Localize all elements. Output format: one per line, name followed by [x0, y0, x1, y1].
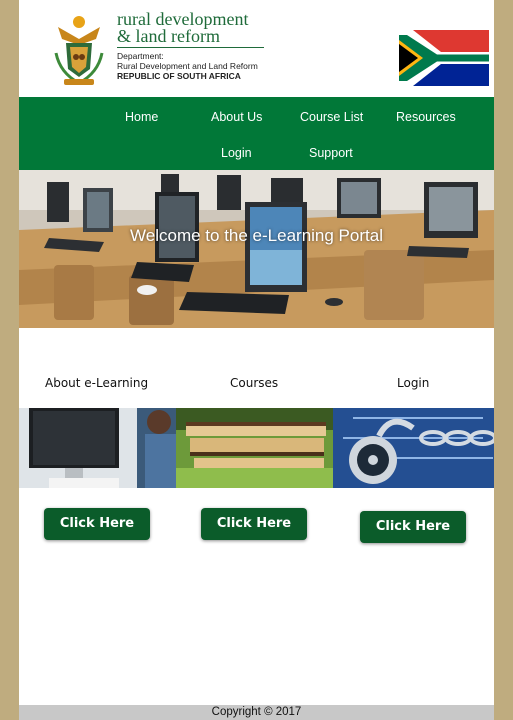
hero-title: Welcome to the e-Learning Portal	[130, 226, 383, 245]
nav-resources[interactable]: Resources	[396, 110, 456, 124]
coat-of-arms-logo	[54, 16, 104, 85]
footer-copyright: Copyright © 2017	[19, 705, 494, 720]
computer-lab-image	[19, 170, 494, 328]
country-name: REPUBLIC OF SOUTH AFRICA	[117, 71, 241, 81]
section-label-login: Login	[397, 376, 430, 390]
brand-divider	[117, 47, 264, 48]
login-button[interactable]: Click Here	[360, 511, 466, 543]
nav-home[interactable]: Home	[125, 110, 158, 124]
page: rural development & land reform Departme…	[19, 0, 494, 720]
nav-course-list[interactable]: Course List	[300, 110, 363, 124]
about-elearning-button[interactable]: Click Here	[44, 508, 150, 540]
hero-banner: Welcome to the e-Learning Portal	[19, 170, 494, 328]
login-lock-image	[333, 408, 494, 488]
nav-support[interactable]: Support	[309, 146, 353, 160]
brand-title: rural development & land reform	[117, 9, 249, 46]
courses-books-image	[176, 408, 333, 488]
section-label-about: About e-Learning	[45, 376, 149, 390]
nav-login[interactable]: Login	[221, 146, 252, 160]
south-africa-flag-icon	[399, 30, 489, 86]
nav-about-us[interactable]: About Us	[211, 110, 262, 124]
about-elearning-image	[19, 408, 176, 488]
section-label-courses: Courses	[230, 376, 279, 390]
department-name: Department: Rural Development and Land R…	[117, 51, 258, 71]
courses-button[interactable]: Click Here	[201, 508, 307, 540]
site-header: rural development & land reform Departme…	[19, 0, 494, 97]
main-nav: Home About Us Course List Resources Logi…	[19, 97, 494, 170]
